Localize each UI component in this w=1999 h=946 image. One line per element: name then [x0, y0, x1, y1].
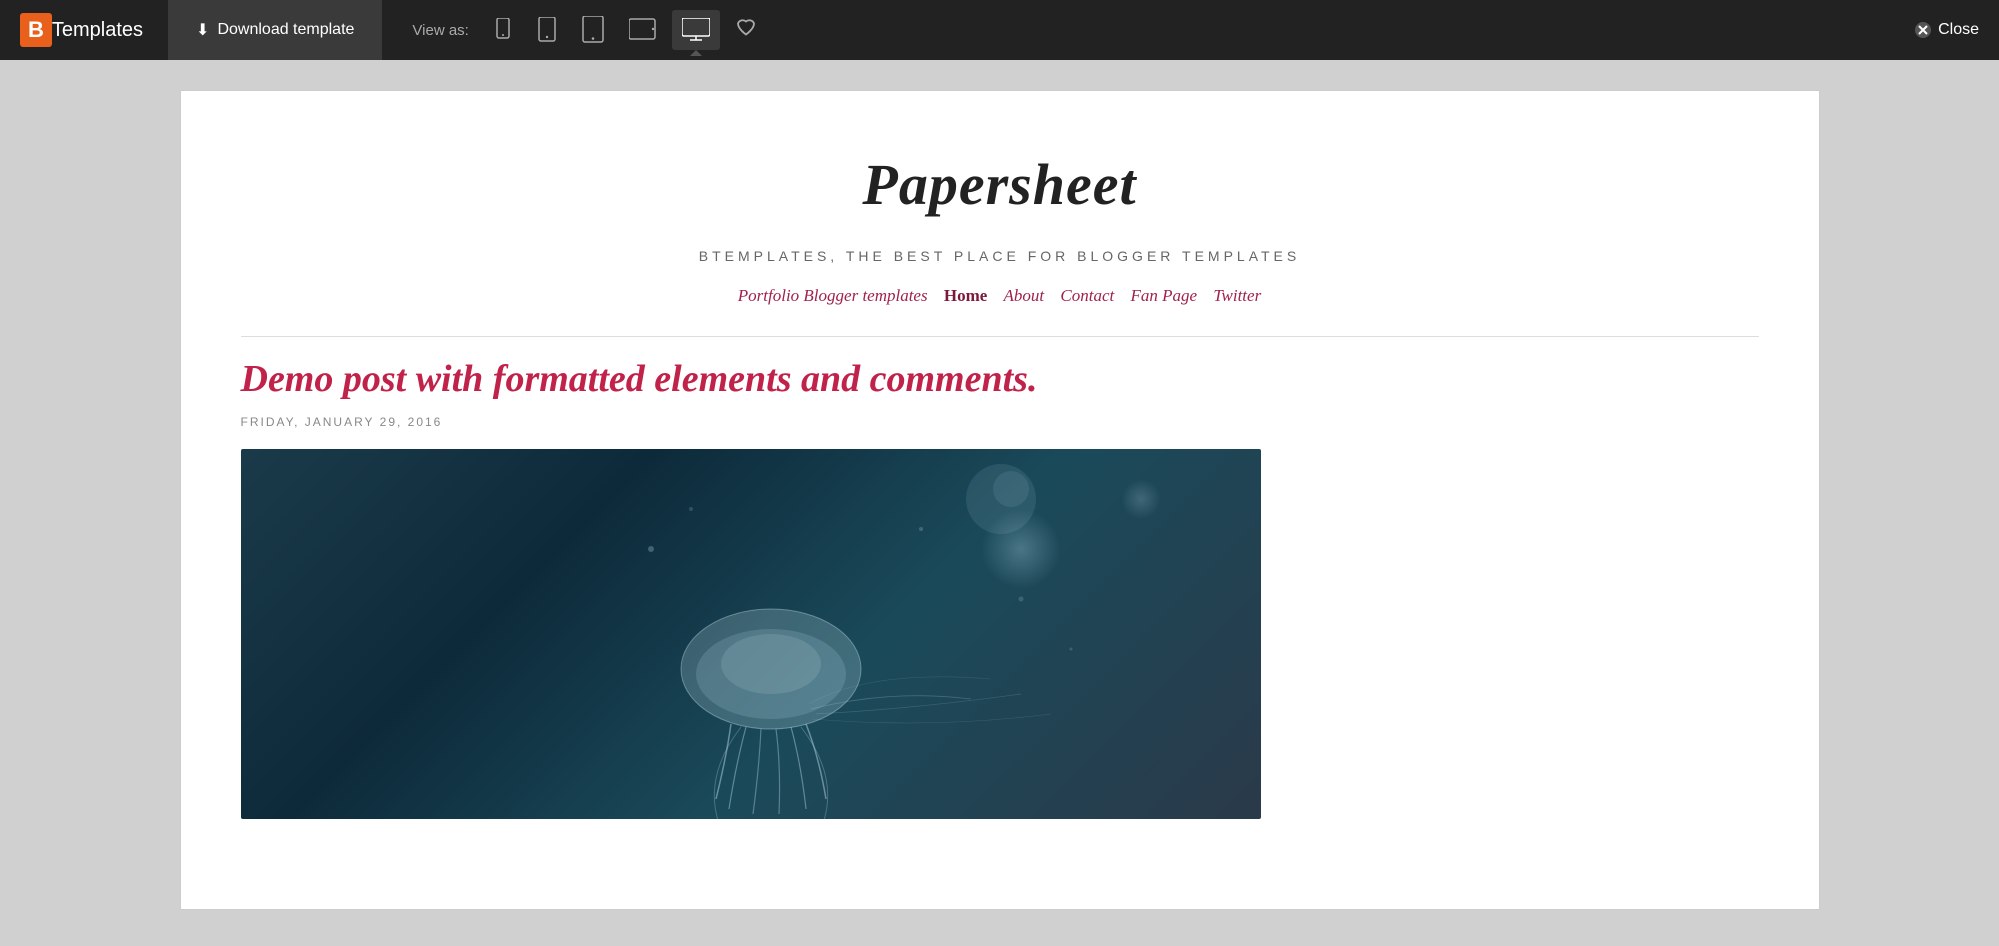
toolbar: B Templates ⬇ Download template View as: — [0, 0, 1999, 60]
view-mobile-button[interactable] — [527, 9, 567, 51]
post-title: Demo post with formatted elements and co… — [241, 357, 1759, 403]
download-template-button[interactable]: ⬇ Download template — [168, 0, 382, 60]
tablet-landscape-icon — [629, 18, 657, 42]
view-desktop-button[interactable] — [672, 10, 720, 50]
view-tablet-button[interactable] — [619, 10, 667, 50]
preview-frame: Papersheet BTEMPLATES, THE BEST PLACE FO… — [180, 90, 1820, 910]
nav-link-about[interactable]: About — [1004, 286, 1045, 305]
view-controls — [484, 8, 720, 52]
blog-content: Papersheet BTEMPLATES, THE BEST PLACE FO… — [181, 91, 1819, 859]
nav-link-twitter[interactable]: Twitter — [1213, 286, 1261, 305]
blog-subtitle: BTEMPLATES, THE BEST PLACE FOR BLOGGER T… — [241, 248, 1759, 264]
logo-b-letter: B — [20, 13, 52, 47]
favorite-button[interactable] — [725, 9, 767, 51]
view-tablet-small-button[interactable] — [572, 8, 614, 52]
view-mobile-small-button[interactable] — [484, 10, 522, 50]
nav-link-contact[interactable]: Contact — [1060, 286, 1114, 305]
blog-title: Papersheet — [241, 151, 1759, 218]
nav-link-home[interactable]: Home — [944, 286, 987, 305]
download-label: Download template — [217, 21, 354, 39]
nav-link-fanpage[interactable]: Fan Page — [1131, 286, 1198, 305]
post-featured-image — [241, 449, 1261, 819]
post-divider — [241, 336, 1759, 337]
jellyfish-illustration — [571, 449, 1171, 819]
blog-nav: Portfolio Blogger templates Home About C… — [241, 286, 1759, 306]
mobile-small-icon — [494, 18, 512, 42]
close-icon — [1914, 21, 1932, 39]
download-icon: ⬇ — [196, 20, 209, 40]
nav-link-portfolio[interactable]: Portfolio Blogger templates — [738, 286, 928, 305]
view-as-label: View as: — [412, 22, 468, 39]
preview-wrapper: Papersheet BTEMPLATES, THE BEST PLACE FO… — [0, 60, 1999, 946]
tablet-small-icon — [582, 16, 604, 44]
mobile-icon — [537, 17, 557, 43]
logo-area: B Templates — [20, 13, 143, 47]
close-label: Close — [1938, 21, 1979, 39]
desktop-icon — [682, 18, 710, 42]
post-date: FRIDAY, JANUARY 29, 2016 — [241, 415, 1759, 429]
heart-icon — [735, 17, 757, 37]
close-button[interactable]: Close — [1914, 21, 1979, 39]
logo-brand-name: Templates — [52, 19, 143, 42]
